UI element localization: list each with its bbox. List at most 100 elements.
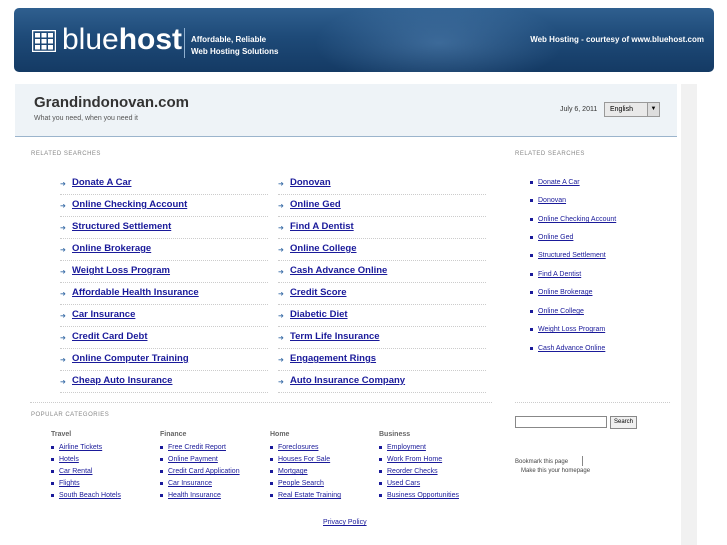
bookmark-link[interactable]: Bookmark this page [515, 459, 568, 465]
bluehost-logo[interactable]: bluehost [62, 22, 182, 58]
related-link[interactable]: Online Computer Training [72, 353, 189, 364]
category-link[interactable]: Free Credit Report [168, 444, 226, 451]
arrow-icon: ➜ [60, 379, 66, 386]
sidebar-link[interactable]: Donovan [538, 197, 566, 204]
arrow-icon: ➜ [60, 225, 66, 232]
tagline-line-1: Affordable, Reliable [191, 35, 267, 44]
related-link[interactable]: Cash Advance Online [290, 265, 387, 276]
related-link[interactable]: Online College [290, 243, 357, 254]
bullet-icon [530, 254, 533, 257]
bullet-icon [379, 446, 382, 449]
bullet-icon [530, 218, 533, 221]
bullet-icon [160, 446, 163, 449]
sidebar-link[interactable]: Donate A Car [538, 179, 580, 186]
arrow-icon: ➜ [60, 247, 66, 254]
arrow-icon: ➜ [278, 203, 284, 210]
chevron-down-icon[interactable]: ▼ [647, 103, 659, 116]
category-link[interactable]: South Beach Hotels [59, 492, 121, 499]
sidebar-link[interactable]: Online Brokerage [538, 289, 592, 296]
category-link[interactable]: Airline Tickets [59, 444, 102, 451]
category-link[interactable]: People Search [278, 480, 324, 487]
related-link[interactable]: Structured Settlement [72, 221, 171, 232]
arrow-icon: ➜ [60, 357, 66, 364]
category-heading: Home [270, 431, 290, 438]
related-link[interactable]: Online Checking Account [72, 199, 187, 210]
related-link[interactable]: Credit Card Debt [72, 331, 147, 342]
related-link[interactable]: Donate A Car [72, 177, 131, 188]
category-link[interactable]: Employment [387, 444, 426, 451]
category-link[interactable]: Car Insurance [168, 480, 212, 487]
list-item: ➜ Affordable Health Insurance [60, 283, 268, 305]
related-link[interactable]: Donovan [290, 177, 331, 188]
arrow-icon: ➜ [278, 269, 284, 276]
category-link[interactable]: Reorder Checks [387, 468, 438, 475]
sidebar-link[interactable]: Find A Dentist [538, 271, 581, 278]
homepage-link[interactable]: Make this your homepage [521, 468, 590, 474]
category-link[interactable]: Online Payment [168, 456, 218, 463]
category-link[interactable]: Hotels [59, 456, 79, 463]
related-link[interactable]: Online Ged [290, 199, 341, 210]
header-courtesy-text: Web Hosting - courtesy of www.bluehost.c… [530, 35, 704, 44]
related-link[interactable]: Online Brokerage [72, 243, 151, 254]
category-link[interactable]: Foreclosures [278, 444, 318, 451]
category-link[interactable]: Used Cars [387, 480, 420, 487]
bullet-icon [530, 181, 533, 184]
related-link[interactable]: Auto Insurance Company [290, 375, 405, 386]
bullet-icon [51, 482, 54, 485]
arrow-icon: ➜ [60, 181, 66, 188]
scrollbar-track[interactable] [681, 84, 697, 545]
related-link[interactable]: Term Life Insurance [290, 331, 380, 342]
bullet-icon [270, 482, 273, 485]
list-item: ➜ Online College [278, 239, 486, 261]
search-input[interactable] [515, 416, 607, 428]
arrow-icon: ➜ [278, 313, 284, 320]
category-link[interactable]: Business Opportunities [387, 492, 459, 499]
site-header: bluehost Affordable, Reliable Web Hostin… [14, 8, 714, 72]
category-link[interactable]: Health Insurance [168, 492, 221, 499]
category-link[interactable]: Houses For Sale [278, 456, 330, 463]
list-item: ➜ Donate A Car [60, 173, 268, 195]
domain-bar: Grandindonovan.com What you need, when y… [15, 84, 677, 137]
category-link[interactable]: Work From Home [387, 456, 442, 463]
related-link[interactable]: Credit Score [290, 287, 347, 298]
search-button[interactable]: Search [610, 416, 637, 429]
bullet-icon [160, 470, 163, 473]
related-link[interactable]: Affordable Health Insurance [72, 287, 199, 298]
language-select[interactable]: English ▼ [604, 102, 660, 117]
related-link[interactable]: Find A Dentist [290, 221, 354, 232]
sidebar-link[interactable]: Online Ged [538, 234, 573, 241]
sidebar-link[interactable]: Online Checking Account [538, 216, 616, 223]
list-item: ➜ Online Brokerage [60, 239, 268, 261]
arrow-icon: ➜ [278, 379, 284, 386]
bullet-icon [160, 482, 163, 485]
category-link[interactable]: Flights [59, 480, 80, 487]
bullet-icon [379, 482, 382, 485]
arrow-icon: ➜ [278, 335, 284, 342]
sidebar-link[interactable]: Structured Settlement [538, 252, 606, 259]
list-item: ➜ Credit Card Debt [60, 327, 268, 349]
sidebar-link[interactable]: Weight Loss Program [538, 326, 605, 333]
related-link[interactable]: Car Insurance [72, 309, 135, 320]
divider [515, 402, 670, 403]
bullet-icon [160, 458, 163, 461]
category-link[interactable]: Credit Card Application [168, 468, 240, 475]
arrow-icon: ➜ [60, 291, 66, 298]
related-link[interactable]: Diabetic Diet [290, 309, 348, 320]
sidebar-link[interactable]: Online College [538, 308, 584, 315]
category-link[interactable]: Mortgage [278, 468, 308, 475]
related-link[interactable]: Cheap Auto Insurance [72, 375, 172, 386]
popular-categories-label: POPULAR CATEGORIES [31, 412, 110, 418]
divider [30, 402, 492, 403]
category-link[interactable]: Car Rental [59, 468, 92, 475]
bluehost-logo-icon [32, 30, 56, 52]
related-link[interactable]: Engagement Rings [290, 353, 376, 364]
category-link[interactable]: Real Estate Training [278, 492, 341, 499]
list-item: ➜ Engagement Rings [278, 349, 486, 371]
sidebar-related-label: RELATED SEARCHES [515, 151, 585, 157]
sidebar-link[interactable]: Cash Advance Online [538, 345, 605, 352]
list-item: ➜ Car Insurance [60, 305, 268, 327]
related-link[interactable]: Weight Loss Program [72, 265, 170, 276]
bullet-icon [51, 458, 54, 461]
arrow-icon: ➜ [278, 181, 284, 188]
privacy-policy-link[interactable]: Privacy Policy [323, 519, 367, 526]
